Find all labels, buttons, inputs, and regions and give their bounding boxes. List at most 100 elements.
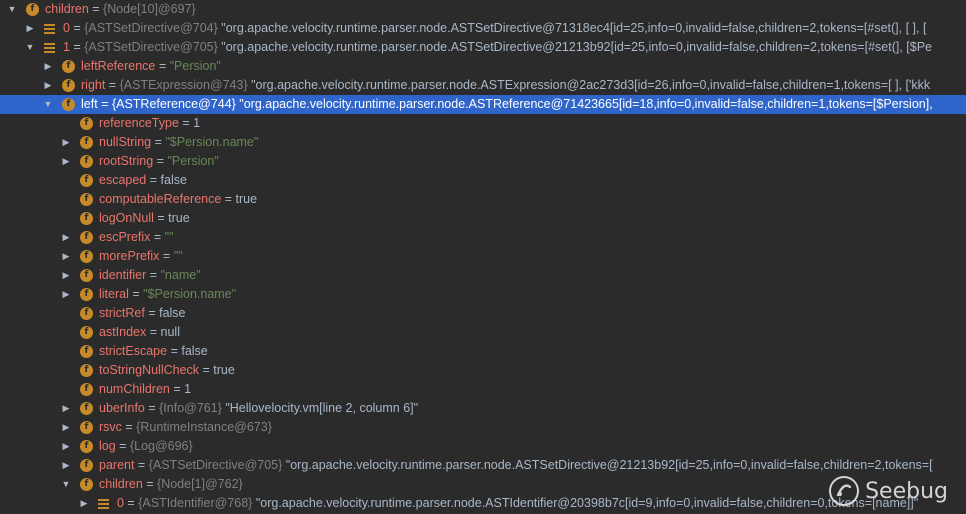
tree-row[interactable]: ▼ 1 = {ASTSetDirective@705} "org.apache.v… — [0, 38, 966, 57]
variable-type: {ASTSetDirective@705} — [148, 458, 286, 472]
variable-value: 1 — [184, 382, 192, 396]
field-icon: f — [80, 345, 93, 358]
field-icon: f — [80, 326, 93, 339]
seebug-logo-icon — [829, 476, 860, 506]
tree-row[interactable]: f computableReference = true — [0, 190, 966, 209]
field-icon: f — [80, 136, 93, 149]
variable-value: true — [213, 363, 235, 377]
tree-row[interactable]: f escaped = false — [0, 171, 966, 190]
variables-tree: ▼ f children = {Node[10]@697} ▶ 0 = {ASTSet… — [0, 0, 966, 513]
field-icon: f — [80, 364, 93, 377]
variable-type: {RuntimeInstance@673} — [136, 420, 272, 434]
tree-row[interactable]: ▶ f literal = "$Persion.name" — [0, 285, 966, 304]
tree-row[interactable]: ▶ f leftReference = "Persion" — [0, 57, 966, 76]
variable-name: identifier — [99, 268, 147, 282]
tree-row[interactable]: ▶ f parent = {ASTSetDirective@705} "org.ap… — [0, 456, 966, 475]
array-element-icon — [44, 24, 55, 34]
variable-name: escPrefix — [99, 230, 151, 244]
collapse-arrow-icon[interactable]: ▼ — [24, 38, 36, 57]
variable-name: uberInfo — [99, 401, 145, 415]
variable-value: "org.apache.velocity.runtime.parser.node… — [255, 496, 919, 510]
variable-value: "Persion" — [167, 154, 219, 168]
tree-row[interactable]: f toStringNullCheck = true — [0, 361, 966, 380]
tree-row[interactable]: f strictEscape = false — [0, 342, 966, 361]
variable-name: left — [81, 97, 98, 111]
tree-row[interactable]: f strictRef = false — [0, 304, 966, 323]
expand-arrow-icon[interactable]: ▶ — [60, 228, 72, 247]
tree-row[interactable]: ▶ f morePrefix = "" — [0, 247, 966, 266]
variable-name: logOnNull — [99, 211, 154, 225]
collapse-arrow-icon[interactable]: ▼ — [60, 475, 72, 494]
expand-arrow-icon[interactable]: ▶ — [60, 399, 72, 418]
tree-row[interactable]: ▶ f rootString = "Persion" — [0, 152, 966, 171]
field-icon: f — [80, 307, 93, 320]
variable-type: {Log@696} — [129, 439, 193, 453]
expand-arrow-icon[interactable]: ▶ — [42, 76, 54, 95]
variable-value: "org.apache.velocity.runtime.parser.node… — [221, 40, 932, 54]
expand-arrow-icon[interactable]: ▶ — [60, 266, 72, 285]
tree-row[interactable]: ▶ 0 = {ASTSetDirective@704} "org.apache.v… — [0, 19, 966, 38]
variable-value: false — [181, 344, 208, 358]
variable-name: rootString — [99, 154, 154, 168]
expand-arrow-icon[interactable]: ▶ — [60, 437, 72, 456]
tree-row[interactable]: ▶ f identifier = "name" — [0, 266, 966, 285]
tree-row[interactable]: ▶ 0 = {ASTIdentifier@768} "org.apache.vel… — [0, 494, 966, 513]
field-icon: f — [62, 79, 75, 92]
tree-row[interactable]: ▶ f log = {Log@696} — [0, 437, 966, 456]
variable-value: "org.apache.velocity.runtime.parser.node… — [239, 97, 933, 111]
expand-arrow-icon[interactable]: ▶ — [60, 285, 72, 304]
tree-row[interactable]: ▶ f uberInfo = {Info@761} "Hellovelocity.v… — [0, 399, 966, 418]
tree-row[interactable]: f astIndex = null — [0, 323, 966, 342]
variable-type: {ASTExpression@743} — [119, 78, 252, 92]
tree-row[interactable]: f referenceType = 1 — [0, 114, 966, 133]
field-icon: f — [62, 98, 75, 111]
variable-name: 0 — [117, 496, 124, 510]
expand-arrow-icon[interactable]: ▶ — [24, 19, 36, 38]
field-icon: f — [80, 212, 93, 225]
field-icon: f — [80, 269, 93, 282]
expand-arrow-icon[interactable]: ▶ — [42, 57, 54, 76]
field-icon: f — [80, 478, 93, 491]
expand-arrow-icon[interactable]: ▶ — [60, 456, 72, 475]
variable-value: "Persion" — [169, 59, 221, 73]
tree-row[interactable]: ▼ f children = {Node[10]@697} — [0, 0, 966, 19]
variable-value: "Hellovelocity.vm[line 2, column 6]" — [225, 401, 419, 415]
tree-row[interactable]: ▶ f escPrefix = "" — [0, 228, 966, 247]
variable-name: astIndex — [99, 325, 147, 339]
tree-row[interactable]: ▶ f rsvc = {RuntimeInstance@673} — [0, 418, 966, 437]
variable-value: "org.apache.velocity.runtime.parser.node… — [285, 458, 933, 472]
field-icon: f — [80, 250, 93, 263]
variable-value: true — [235, 192, 258, 206]
collapse-arrow-icon[interactable]: ▼ — [42, 95, 54, 114]
expand-arrow-icon[interactable]: ▶ — [60, 133, 72, 152]
variable-type: {Node[10]@697} — [103, 2, 196, 16]
field-icon: f — [80, 231, 93, 244]
tree-row[interactable]: f numChildren = 1 — [0, 380, 966, 399]
tree-row[interactable]: f logOnNull = true — [0, 209, 966, 228]
variable-value: "$Persion.name" — [165, 135, 259, 149]
variable-type: {ASTIdentifier@768} — [138, 496, 256, 510]
array-element-icon — [98, 499, 109, 509]
expand-arrow-icon[interactable]: ▶ — [60, 152, 72, 171]
expand-arrow-icon[interactable]: ▶ — [78, 494, 90, 513]
variable-name: literal — [99, 287, 129, 301]
expand-arrow-icon[interactable]: ▶ — [60, 418, 72, 437]
tree-row[interactable]: ▼ f left = {ASTReference@744} "org.apache.… — [0, 95, 966, 114]
field-icon: f — [80, 174, 93, 187]
field-icon: f — [80, 440, 93, 453]
collapse-arrow-icon[interactable]: ▼ — [6, 0, 18, 19]
expand-arrow-icon[interactable]: ▶ — [60, 247, 72, 266]
variable-type: {ASTSetDirective@705} — [84, 40, 222, 54]
tree-row[interactable]: ▼ f children = {Node[1]@762} — [0, 475, 966, 494]
field-icon: f — [80, 459, 93, 472]
field-icon: f — [62, 60, 75, 73]
variable-value: false — [160, 173, 187, 187]
field-icon: f — [80, 383, 93, 396]
variable-value: null — [160, 325, 180, 339]
tree-row[interactable]: ▶ f nullString = "$Persion.name" — [0, 133, 966, 152]
tree-row[interactable]: ▶ f right = {ASTExpression@743} "org.apach… — [0, 76, 966, 95]
field-icon: f — [80, 288, 93, 301]
variable-value: "" — [173, 249, 183, 263]
variable-name: numChildren — [99, 382, 170, 396]
variable-value: "org.apache.velocity.runtime.parser.node… — [221, 21, 927, 35]
